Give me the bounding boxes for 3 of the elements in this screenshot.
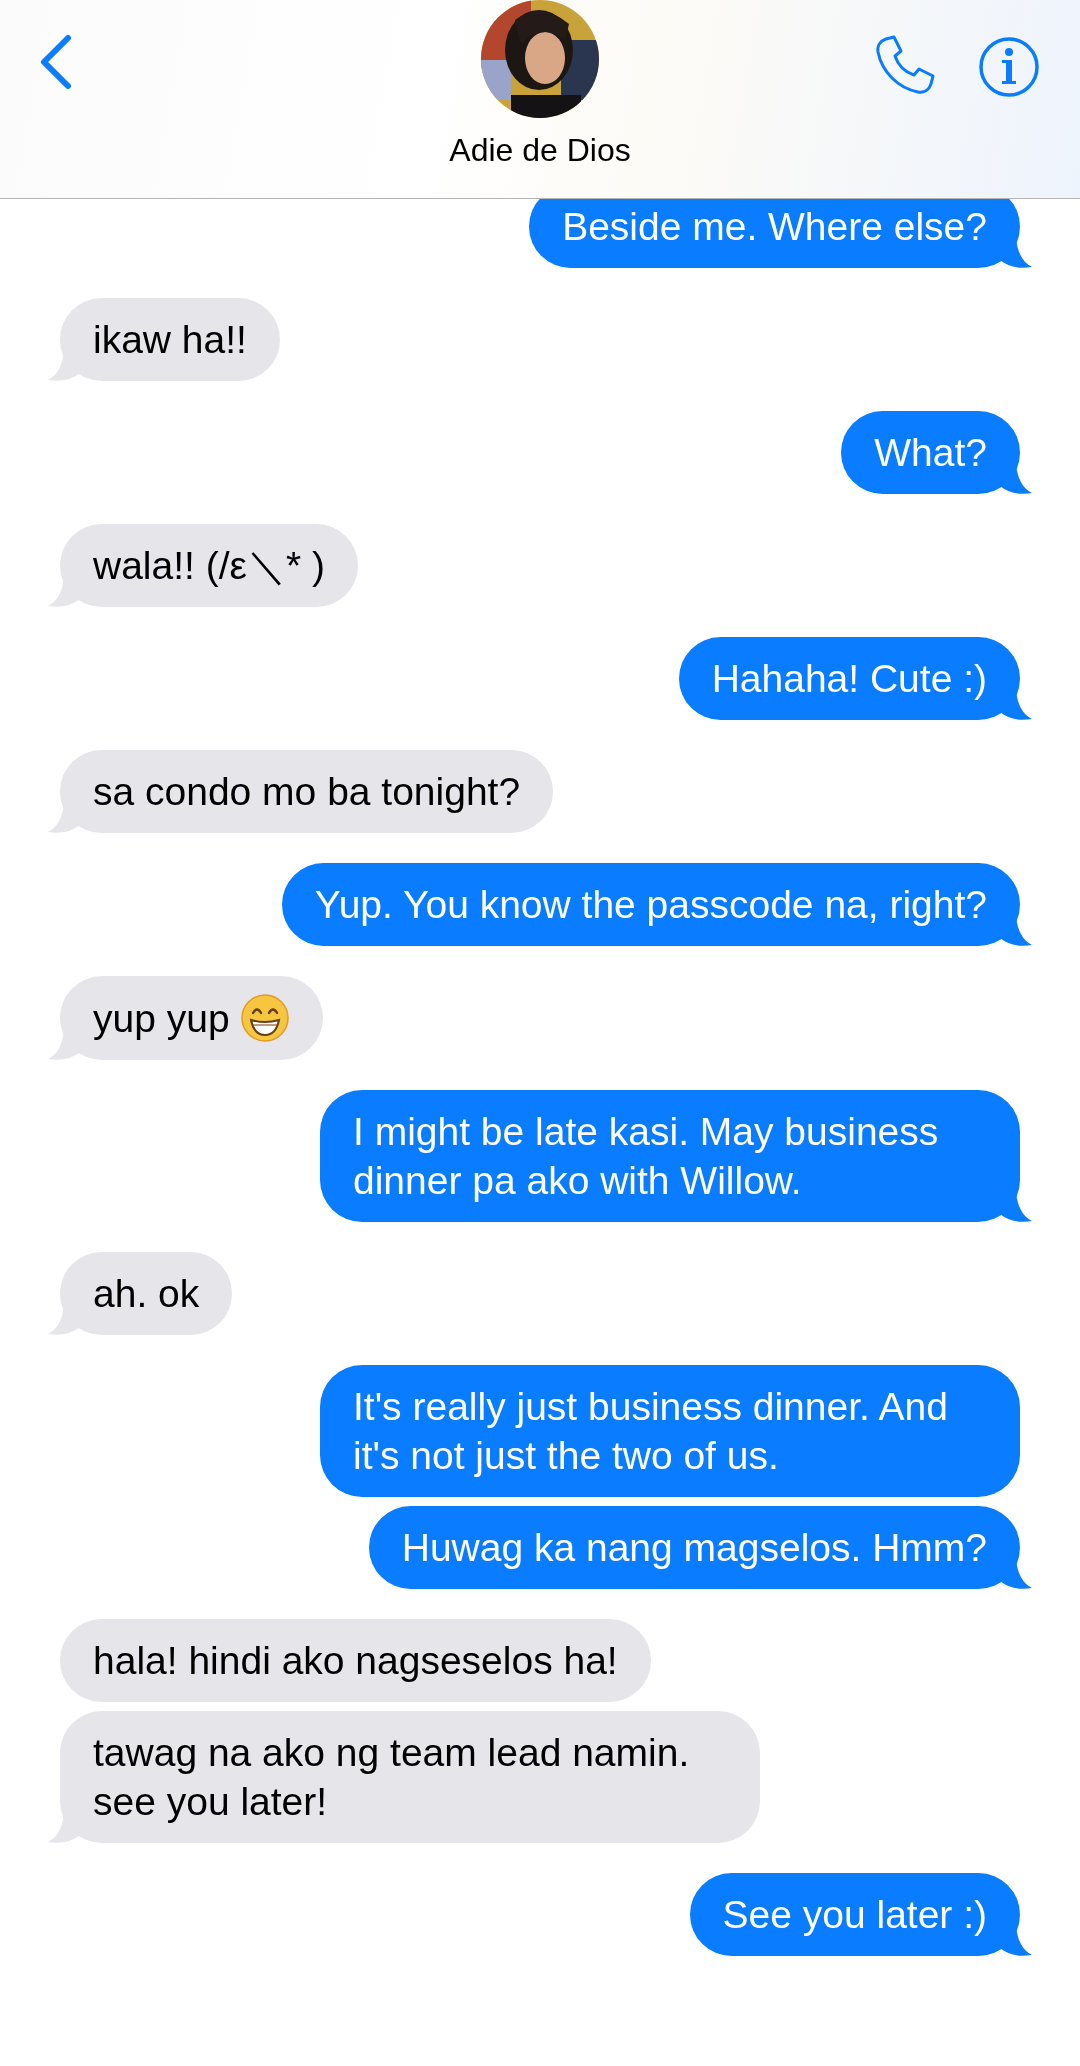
info-icon[interactable]: [978, 36, 1040, 98]
contact-name[interactable]: Adie de Dios: [449, 132, 631, 169]
phone-icon[interactable]: [874, 34, 936, 96]
